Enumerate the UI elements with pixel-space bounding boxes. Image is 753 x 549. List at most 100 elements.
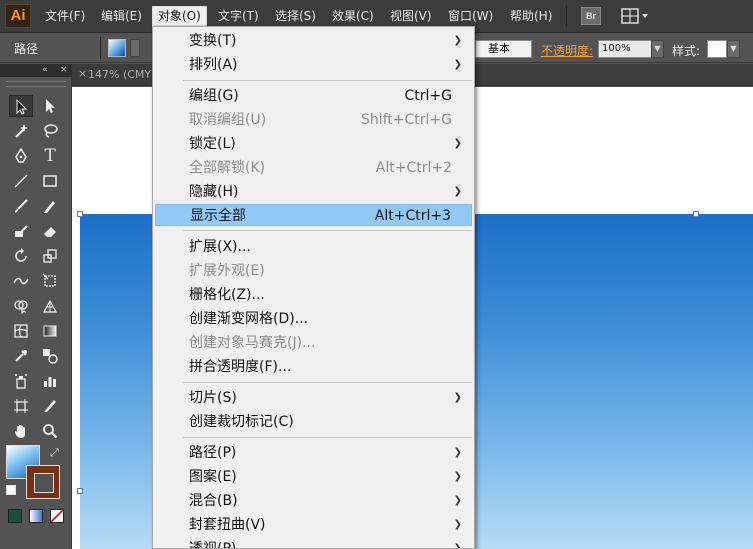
zoom-icon <box>43 424 58 439</box>
menu-item-expand-appearance[interactable]: 扩展外观(E) <box>155 260 472 282</box>
free-transform-icon <box>42 273 56 287</box>
pencil-tool[interactable] <box>38 195 62 217</box>
symbol-sprayer-icon <box>15 374 27 389</box>
symbol-sprayer-tool[interactable] <box>9 370 33 392</box>
eyedropper-tool[interactable] <box>9 345 33 367</box>
direct-selection-arrow-icon <box>46 99 55 113</box>
hand-tool[interactable] <box>9 420 33 442</box>
column-graph-icon <box>44 377 56 387</box>
menu-item-flatten-transparency[interactable]: 拼合透明度(F)... <box>155 356 472 378</box>
close-document-icon[interactable]: × <box>78 67 87 80</box>
magic-wand-tool[interactable] <box>9 120 33 142</box>
menu-effect[interactable]: 效果(C) <box>327 6 379 26</box>
blob-brush-tool[interactable] <box>9 220 33 242</box>
menu-select[interactable]: 选择(S) <box>270 6 321 26</box>
object-menu-dropdown: 变换(T) ❯ 排列(A) ❯ 编组(G) Ctrl+G 取消编组(U) Shift+C… <box>152 26 475 549</box>
menu-item-expand[interactable]: 扩展(X)... <box>155 236 472 258</box>
menu-separator <box>183 80 472 81</box>
selection-handle[interactable] <box>77 488 83 494</box>
mesh-icon <box>14 324 28 338</box>
line-segment-icon <box>14 174 28 188</box>
perspective-grid-tool[interactable] <box>38 295 62 317</box>
zoom-tool[interactable] <box>38 420 62 442</box>
default-colors-icon[interactable] <box>6 485 16 495</box>
menu-edit[interactable]: 编辑(E) <box>96 6 147 26</box>
menu-item-ungroup[interactable]: 取消编组(U) Shift+Ctrl+G <box>155 109 472 131</box>
menu-view[interactable]: 视图(V) <box>385 6 437 26</box>
color-mode-icon[interactable] <box>8 509 22 523</box>
paintbrush-icon <box>15 199 28 213</box>
fill-dropdown-arrow[interactable] <box>130 39 140 57</box>
selection-handle[interactable] <box>693 211 699 217</box>
menu-item-arrange[interactable]: 排列(A) ❯ <box>155 54 472 76</box>
menu-separator <box>183 437 472 438</box>
blend-tool[interactable] <box>38 345 62 367</box>
graphic-style-swatch[interactable] <box>707 40 727 58</box>
opacity-link[interactable]: 不透明度: <box>541 42 593 59</box>
menu-help[interactable]: 帮助(H) <box>505 6 557 26</box>
artboard-tool[interactable] <box>9 395 33 417</box>
menu-item-transform[interactable]: 变换(T) ❯ <box>155 30 472 52</box>
menu-item-create-object-mosaic[interactable]: 创建对象马赛克(J)... <box>155 332 472 354</box>
width-tool[interactable] <box>9 270 33 292</box>
none-mode-icon[interactable] <box>50 509 64 523</box>
slice-tool[interactable] <box>38 395 62 417</box>
menu-file[interactable]: 文件(F) <box>40 6 90 26</box>
menu-item-unlock-all[interactable]: 全部解锁(K) Alt+Ctrl+2 <box>155 157 472 179</box>
swap-fill-stroke-icon[interactable]: ⤢ <box>50 446 59 460</box>
type-tool[interactable]: T <box>38 145 62 167</box>
none-slash-icon <box>51 510 63 522</box>
gradient-tool[interactable] <box>38 320 62 342</box>
selection-tool[interactable] <box>9 95 33 117</box>
free-transform-tool[interactable] <box>38 270 62 292</box>
gradient-mode-icon[interactable] <box>29 509 43 523</box>
rotate-tool[interactable] <box>9 245 33 267</box>
panel-grip[interactable] <box>6 81 66 87</box>
menu-item-create-gradient-mesh[interactable]: 创建渐变网格(D)... <box>155 308 472 330</box>
rectangle-tool[interactable] <box>38 170 62 192</box>
menu-item-create-trim-marks[interactable]: 创建裁切标记(C) <box>155 411 472 433</box>
opacity-input[interactable]: 100% <box>598 40 652 58</box>
stroke-color-box[interactable] <box>26 465 60 499</box>
selection-handle[interactable] <box>77 211 83 217</box>
column-graph-tool[interactable] <box>38 370 62 392</box>
shape-builder-icon <box>14 300 28 315</box>
menu-item-slice[interactable]: 切片(S) ❯ <box>155 387 472 409</box>
paintbrush-tool[interactable] <box>9 195 33 217</box>
opacity-dropdown-icon[interactable]: ▼ <box>651 40 664 58</box>
bridge-button[interactable]: Br <box>581 7 601 25</box>
slice-icon <box>44 400 56 412</box>
menu-type[interactable]: 文字(T) <box>213 6 264 26</box>
submenu-arrow-icon: ❯ <box>453 543 462 549</box>
menu-item-pattern[interactable]: 图案(E) ❯ <box>155 466 472 488</box>
hand-icon <box>15 425 25 438</box>
style-dropdown-icon[interactable]: ▼ <box>727 40 740 58</box>
selection-arrow-icon <box>16 98 28 115</box>
collapse-panel-icon[interactable]: « <box>42 64 48 77</box>
menu-item-rasterize[interactable]: 栅格化(Z)... <box>155 284 472 306</box>
arrange-documents-button[interactable] <box>620 7 652 25</box>
close-panel-icon[interactable]: × <box>60 64 68 77</box>
menu-item-lock[interactable]: 锁定(L) ❯ <box>155 133 472 155</box>
lasso-tool[interactable] <box>38 120 62 142</box>
menu-item-envelope-distort[interactable]: 封套扭曲(V) ❯ <box>155 514 472 536</box>
mesh-tool[interactable] <box>9 320 33 342</box>
menu-item-blend[interactable]: 混合(B) ❯ <box>155 490 472 512</box>
menu-item-hide[interactable]: 隐藏(H) ❯ <box>155 181 472 203</box>
menu-item-show-all[interactable]: 显示全部 Alt+Ctrl+3 <box>155 204 472 226</box>
menu-item-perspective[interactable]: 透视(P) ❯ <box>155 538 472 549</box>
eraser-tool[interactable] <box>38 220 62 242</box>
submenu-arrow-icon: ❯ <box>453 138 462 149</box>
brush-definition-field[interactable]: 基本 <box>475 40 532 58</box>
menu-item-path[interactable]: 路径(P) ❯ <box>155 442 472 464</box>
line-segment-tool[interactable] <box>9 170 33 192</box>
menu-item-group[interactable]: 编组(G) Ctrl+G <box>155 85 472 107</box>
menu-separator <box>183 230 472 231</box>
fill-color-swatch[interactable] <box>108 39 126 57</box>
menu-object[interactable]: 对象(O) <box>152 6 207 26</box>
shape-builder-tool[interactable] <box>9 295 33 317</box>
direct-selection-tool[interactable] <box>38 95 62 117</box>
pen-tool[interactable] <box>9 145 33 167</box>
menu-window[interactable]: 窗口(W) <box>443 6 498 26</box>
scale-tool[interactable] <box>38 245 62 267</box>
